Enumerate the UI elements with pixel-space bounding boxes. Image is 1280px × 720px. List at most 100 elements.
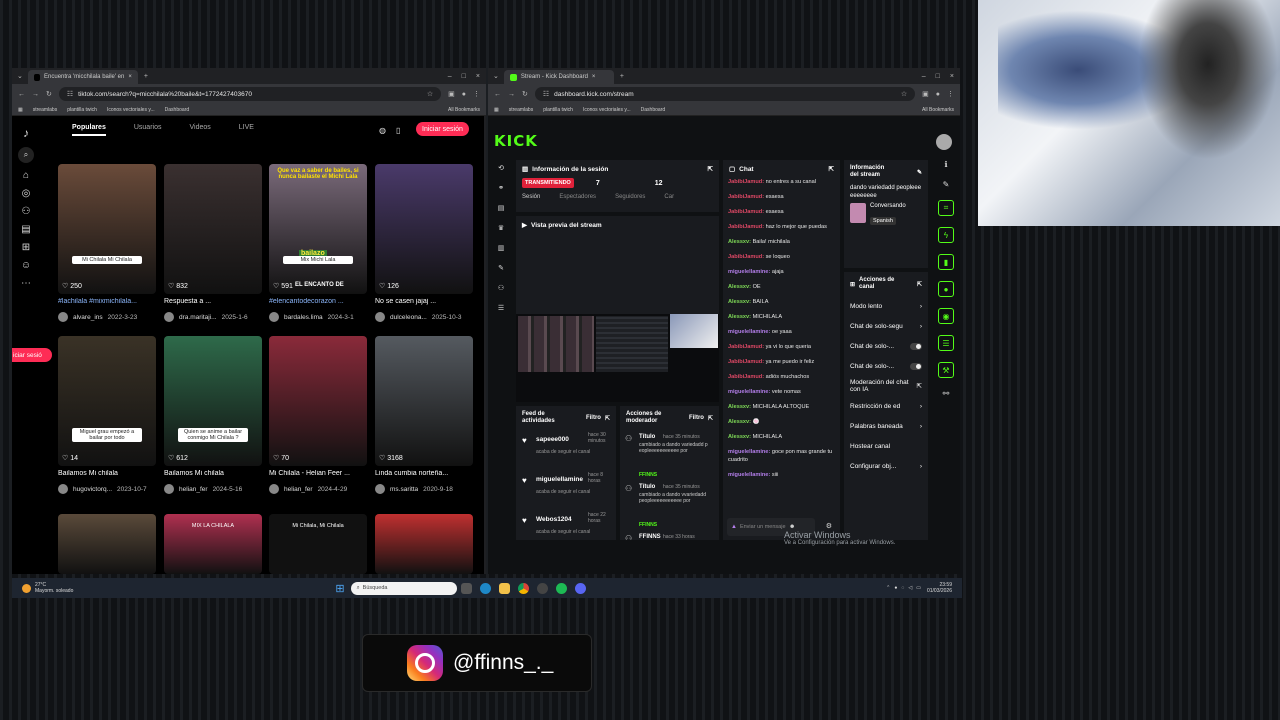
crop-icon[interactable]: ⌗ <box>938 200 954 216</box>
tab-usuarios[interactable]: Usuarios <box>134 124 162 136</box>
right-active-tab[interactable]: Stream - Kick Dashboard × <box>503 70 614 84</box>
following-icon[interactable]: ⚇ <box>22 206 31 217</box>
bookmark-item[interactable]: plantilla twich <box>543 107 573 113</box>
popout-icon[interactable]: ⇱ <box>605 415 610 422</box>
minimize-icon[interactable]: – <box>922 73 926 80</box>
home-icon[interactable]: ⌂ <box>23 170 29 181</box>
channel-action-item[interactable]: Configurar obj... › <box>844 456 928 476</box>
avatar[interactable] <box>269 484 279 494</box>
tab-populares[interactable]: Populares <box>72 124 106 136</box>
trophy-icon[interactable]: ♛ <box>498 224 504 232</box>
tab-menu-icon[interactable]: ⌄ <box>493 72 499 80</box>
chat-user[interactable]: JabibiJamud: <box>728 374 764 380</box>
video-user[interactable]: hugovictorq... <box>73 486 112 493</box>
tab-menu-icon[interactable]: ⌄ <box>17 72 23 80</box>
trash-icon[interactable]: ▮ <box>938 254 954 270</box>
bookmark-item[interactable]: Iconos vectoriales y... <box>107 107 155 113</box>
tray-app-icon[interactable]: ● <box>894 585 897 591</box>
tab-live[interactable]: LIVE <box>239 124 254 136</box>
video-card[interactable] <box>58 514 156 574</box>
maximize-icon[interactable]: □ <box>936 73 940 80</box>
tools-icon[interactable]: ✎ <box>498 264 504 272</box>
stream-preview[interactable] <box>516 314 719 402</box>
channel-action-item[interactable]: Restricción de ed › <box>844 396 928 416</box>
popout-icon[interactable]: ⇱ <box>917 281 922 288</box>
forward-icon[interactable]: → <box>32 91 39 98</box>
chat-user[interactable]: miguelellamine: <box>728 269 770 275</box>
file-explorer-icon[interactable] <box>498 582 510 594</box>
popout-icon[interactable]: ⇱ <box>829 165 834 173</box>
broadcast-icon[interactable]: ◉ <box>938 308 954 324</box>
stack-icon[interactable]: ☰ <box>498 304 504 312</box>
avatar[interactable] <box>58 312 68 322</box>
feed-user[interactable]: miguelellamine <box>536 476 583 483</box>
bookmark-star-icon[interactable]: ☆ <box>901 90 907 98</box>
popout-icon[interactable]: ⇱ <box>708 415 713 422</box>
video-caption[interactable]: No se casen jajaj ... <box>375 298 475 305</box>
chat-user[interactable]: JabibiJamud: <box>728 224 764 230</box>
video-user[interactable]: bardales.lima <box>284 314 323 321</box>
avatar[interactable] <box>375 312 385 322</box>
login-button[interactable]: Iniciar sesión <box>416 122 469 136</box>
feed-item[interactable]: ♥ Webos1204 hace 22 horas acaba de seguir e… <box>522 512 610 540</box>
avatar[interactable] <box>164 484 174 494</box>
discord-icon[interactable] <box>574 582 586 594</box>
live-icon[interactable]: ▤ <box>21 224 30 235</box>
left-active-tab[interactable]: Encuentra 'micchilala baile' en × <box>27 70 138 84</box>
new-tab-icon[interactable]: + <box>144 73 148 80</box>
channel-action-item[interactable]: Chat de solo-... <box>844 356 928 376</box>
mod-filter[interactable]: Filtro <box>689 415 704 421</box>
avatar[interactable] <box>936 134 952 150</box>
bookmark-item[interactable]: streamlabs <box>33 107 57 113</box>
stats-icon[interactable]: ▤ <box>498 204 505 212</box>
tab-videos[interactable]: Videos <box>189 124 210 136</box>
stream-icon[interactable]: ⟲ <box>498 164 504 172</box>
video-card[interactable]: MIX LA CHILALA <box>164 514 262 574</box>
video-card[interactable]: Miguel grau empezó a bailar por todo ♡ 14 <box>58 336 156 466</box>
back-icon[interactable]: ← <box>494 91 501 98</box>
chat-user[interactable]: miguelellamine: <box>728 329 770 335</box>
avatar[interactable] <box>375 484 385 494</box>
layers-icon[interactable]: ☰ <box>938 335 954 351</box>
video-caption[interactable]: #elencantodecorazon ... <box>269 298 369 305</box>
chat-user[interactable]: Alessxv: <box>728 434 751 440</box>
network-icon[interactable]: ◌ <box>901 585 904 591</box>
mod-by[interactable]: FFINNS <box>639 522 657 528</box>
chat-user[interactable]: Alessxv: <box>728 419 751 425</box>
chat-user[interactable]: JabibiJamud: <box>728 179 764 185</box>
phone-icon[interactable]: ▯ <box>396 126 400 135</box>
edge-icon[interactable] <box>479 582 491 594</box>
emote-icon[interactable]: ▲ <box>731 524 737 530</box>
tray-chevron-icon[interactable]: ⌃ <box>886 585 890 591</box>
video-caption[interactable]: Bailamos Mi chilala <box>164 470 264 477</box>
profile-icon[interactable]: ● <box>936 91 940 98</box>
feed-filter[interactable]: Filtro <box>586 415 601 421</box>
obs-icon[interactable] <box>536 582 548 594</box>
taskbar-search[interactable]: ⌕ Búsqueda <box>350 581 457 595</box>
compass-icon[interactable]: ◍ <box>379 126 386 135</box>
apps-grid-icon[interactable]: ▦ <box>494 107 499 113</box>
bookmark-star-icon[interactable]: ☆ <box>427 90 433 98</box>
start-icon[interactable]: ⊞ <box>335 582 344 595</box>
minimize-icon[interactable]: – <box>448 73 452 80</box>
feed-item[interactable]: ♥ miguelellamine hace 8 horas acaba de segu… <box>522 472 610 512</box>
chat-user[interactable]: JabibiJamud: <box>728 254 764 260</box>
chat-user[interactable]: Alessxv: <box>728 314 751 320</box>
bookmark-item[interactable]: Iconos vectoriales y... <box>583 107 631 113</box>
video-card[interactable]: ♡ 70 <box>269 336 367 466</box>
chat-user[interactable]: Alessxv: <box>728 404 751 410</box>
extensions-icon[interactable]: ▣ <box>448 90 455 98</box>
mod-by[interactable]: FFINNS <box>639 472 657 478</box>
side-login-button[interactable]: iciar sesió <box>12 348 52 362</box>
video-user[interactable]: dulceleona... <box>390 314 427 321</box>
avatar[interactable] <box>164 312 174 322</box>
channel-action-item[interactable]: Chat de solo-segu › <box>844 316 928 336</box>
edit-icon[interactable]: ✎ <box>917 169 922 176</box>
video-user[interactable]: ms.saritta <box>390 486 418 493</box>
users-icon[interactable]: ⚇ <box>498 284 504 292</box>
menu-dots-icon[interactable]: ⋮ <box>473 90 480 98</box>
all-bookmarks[interactable]: All Bookmarks <box>448 107 480 113</box>
video-caption[interactable]: Linda cumbia norteña... <box>375 470 475 477</box>
reload-icon[interactable]: ↻ <box>46 90 52 98</box>
task-view-icon[interactable] <box>460 582 472 594</box>
